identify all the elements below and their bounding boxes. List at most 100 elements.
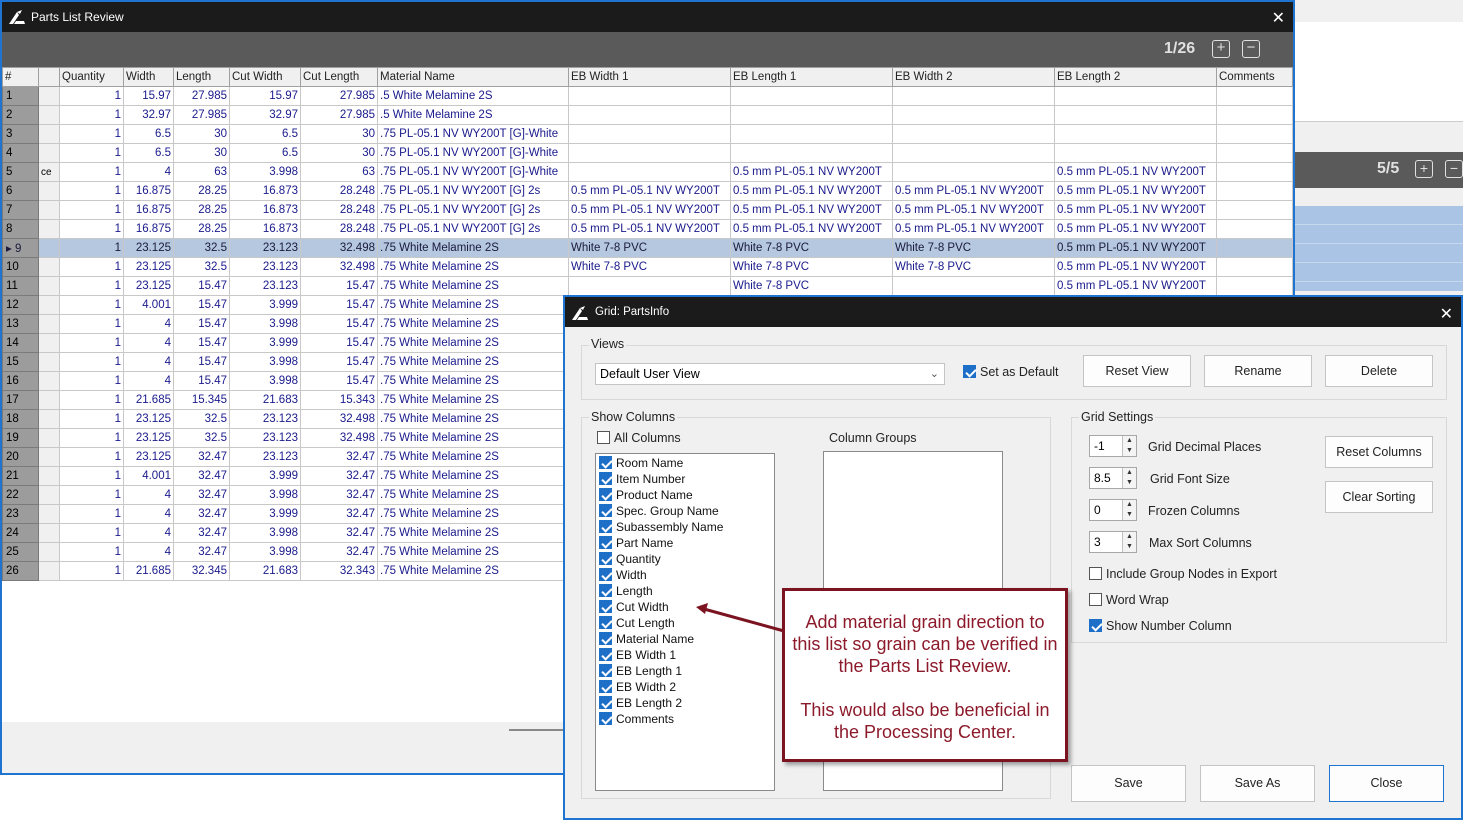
table-cell[interactable] [730,105,893,125]
row-number-cell[interactable]: 12 [2,295,39,315]
font-size-spinner[interactable]: 8.5 ▲ ▼ [1089,467,1137,489]
table-cell[interactable] [892,162,1055,182]
save-button[interactable]: Save [1071,765,1186,802]
table-cell[interactable]: 16.875 [123,200,174,220]
table-cell[interactable]: 28.248 [300,219,378,239]
column-header[interactable]: Length [173,67,230,87]
table-cell[interactable]: .75 PL-05.1 NV WY200T [G] 2s [377,219,569,239]
table-cell[interactable]: 21.683 [229,561,301,581]
table-row[interactable]: 1 1 15.97 27.985 15.97 27.985.5 White Melamin… [2,86,1293,106]
table-cell[interactable]: .75 White Melamine 2S [377,466,569,486]
row-number-cell[interactable]: 8 [2,219,39,239]
row-number-cell[interactable]: 26 [2,561,39,581]
checkbox-icon[interactable] [599,472,612,485]
table-cell[interactable]: 4.001 [123,295,174,315]
delete-button[interactable]: Delete [1325,355,1433,387]
table-cell[interactable]: 23.123 [229,447,301,467]
table-cell[interactable] [38,238,60,258]
table-cell[interactable]: 1 [59,466,124,486]
table-cell[interactable]: 1 [59,447,124,467]
table-cell[interactable]: 32.47 [173,485,230,505]
table-cell[interactable] [568,105,731,125]
table-cell[interactable]: .75 White Melamine 2S [377,447,569,467]
table-cell[interactable]: 0.5 mm PL-05.1 NV WY200T [730,219,893,239]
table-row[interactable]: 10 1 23.125 32.5 23.123 32.498.75 White Melam… [2,257,1293,277]
table-cell[interactable]: 1 [59,409,124,429]
table-cell[interactable]: 15.97 [229,86,301,106]
table-cell[interactable] [38,352,60,372]
row-number-cell[interactable]: 4 [2,143,39,163]
table-cell[interactable]: 3.998 [229,162,301,182]
table-cell[interactable] [38,409,60,429]
table-cell[interactable] [1054,105,1217,125]
table-cell[interactable]: 27.985 [173,86,230,106]
table-cell[interactable]: 3.998 [229,485,301,505]
table-cell[interactable]: 1 [59,162,124,182]
table-cell[interactable]: 21.685 [123,390,174,410]
row-number-cell[interactable]: 11 [2,276,39,296]
table-cell[interactable]: 1 [59,181,124,201]
table-cell[interactable]: 3.998 [229,314,301,334]
table-cell[interactable]: 3.999 [229,295,301,315]
table-cell[interactable] [1216,124,1293,144]
clear-sorting-button[interactable]: Clear Sorting [1325,481,1433,513]
table-cell[interactable]: 30 [300,124,378,144]
table-cell[interactable]: 23.123 [229,276,301,296]
table-cell[interactable]: .5 White Melamine 2S [377,86,569,106]
table-cell[interactable]: 15.47 [173,295,230,315]
table-row[interactable]: 2 1 32.97 27.985 32.97 27.985.5 White Melamin… [2,105,1293,125]
row-number-cell[interactable]: 19 [2,428,39,448]
checkbox-icon[interactable] [599,520,612,533]
checkbox-icon[interactable] [599,616,612,629]
reset-columns-button[interactable]: Reset Columns [1325,436,1433,468]
checkbox-icon[interactable] [599,664,612,677]
table-cell[interactable] [568,276,731,296]
table-cell[interactable] [38,485,60,505]
table-cell[interactable]: 32.5 [173,257,230,277]
row-number-cell[interactable]: 18 [2,409,39,429]
column-list-item[interactable]: Comments [596,711,774,727]
table-cell[interactable]: 15.47 [300,371,378,391]
checkbox-icon[interactable] [599,536,612,549]
table-cell[interactable] [1216,200,1293,220]
checkbox-icon[interactable] [599,504,612,517]
table-cell[interactable]: 32.343 [300,561,378,581]
table-cell[interactable]: 23.125 [123,409,174,429]
table-cell[interactable]: .75 White Melamine 2S [377,295,569,315]
table-cell[interactable] [730,143,893,163]
table-cell[interactable]: 3.998 [229,523,301,543]
show-number-column-checkbox[interactable]: Show Number Column [1089,619,1232,633]
column-list-item[interactable]: EB Width 2 [596,679,774,695]
table-cell[interactable] [38,542,60,562]
table-cell[interactable]: .75 White Melamine 2S [377,333,569,353]
column-list-item[interactable]: Quantity [596,551,774,567]
table-cell[interactable] [1216,257,1293,277]
all-columns-checkbox[interactable]: All Columns [597,431,681,445]
column-header[interactable] [38,67,60,87]
row-number-cell[interactable]: 3 [2,124,39,144]
row-number-cell[interactable]: 1 [2,86,39,106]
table-row[interactable]: 6 1 16.875 28.25 16.873 28.248.75 PL-05.1 NV … [2,181,1293,201]
table-cell[interactable]: 0.5 mm PL-05.1 NV WY200T [568,181,731,201]
table-cell[interactable]: 1 [59,561,124,581]
table-cell[interactable]: 32.97 [229,105,301,125]
table-cell[interactable]: White 7-8 PVC [730,276,893,296]
table-cell[interactable]: 0.5 mm PL-05.1 NV WY200T [1054,276,1217,296]
column-list-item[interactable]: Part Name [596,535,774,551]
table-cell[interactable]: 1 [59,105,124,125]
table-cell[interactable]: 6.5 [229,124,301,144]
collapse-all-icon[interactable]: − [1445,160,1463,178]
table-cell[interactable]: White 7-8 PVC [730,238,893,258]
reset-view-button[interactable]: Reset View [1083,355,1191,387]
include-group-nodes-checkbox[interactable]: Include Group Nodes in Export [1089,567,1277,581]
table-cell[interactable]: 4 [123,523,174,543]
table-cell[interactable]: White 7-8 PVC [892,257,1055,277]
table-cell[interactable]: 0.5 mm PL-05.1 NV WY200T [1054,200,1217,220]
table-cell[interactable]: 32.498 [300,257,378,277]
row-number-cell[interactable]: 17 [2,390,39,410]
table-cell[interactable] [1054,143,1217,163]
table-cell[interactable] [1216,219,1293,239]
table-cell[interactable] [38,105,60,125]
table-cell[interactable]: 15.343 [300,390,378,410]
all-columns-check[interactable] [597,431,610,444]
